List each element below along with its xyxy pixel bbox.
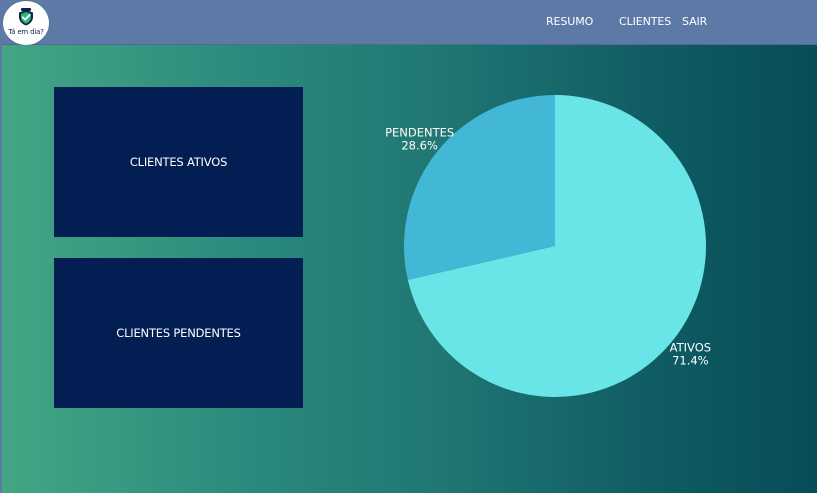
clientes-pendentes-card[interactable]: CLIENTES PENDENTES [54,258,303,408]
clientes-ativos-card[interactable]: CLIENTES ATIVOS [54,87,303,237]
nav-sair-link[interactable]: SAIR [682,15,707,28]
top-navigation-bar: Tá em dia? RESUMO CLIENTES SAIR [2,0,817,45]
clientes-ativos-label: CLIENTES ATIVOS [129,155,228,169]
clientes-pendentes-label: CLIENTES PENDENTES [116,326,241,340]
nav-resumo-link[interactable]: RESUMO [546,15,593,28]
dashboard-content: CLIENTES ATIVOS CLIENTES PENDENTES ATIVO… [2,45,817,493]
shield-check-icon [19,8,33,26]
pie-label-ativos: ATIVOS 71.4% [670,341,711,368]
nav-clientes-link[interactable]: CLIENTES [619,15,671,28]
clients-pie-chart: ATIVOS 71.4%PENDENTES 28.6% [385,95,711,397]
logo-text: Tá em dia? [8,28,44,36]
app-window: Tá em dia? RESUMO CLIENTES SAIR CLIENTES… [0,0,817,493]
app-logo[interactable]: Tá em dia? [3,1,49,45]
